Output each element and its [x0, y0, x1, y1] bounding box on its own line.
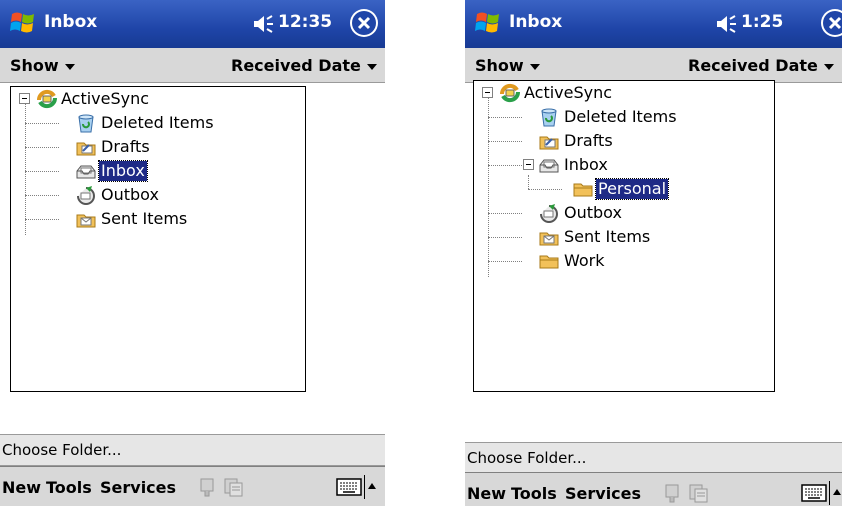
new-menu[interactable]: New	[2, 478, 41, 497]
tree-label: Inbox	[564, 155, 608, 174]
tree-label: Deleted Items	[564, 107, 677, 126]
choose-folder-bar: Choose Folder...	[465, 442, 842, 474]
status-text: Choose Folder...	[467, 449, 587, 467]
tools-menu[interactable]: Tools	[46, 478, 92, 497]
sort-label: Received Date	[688, 56, 818, 75]
tree-node-drafts[interactable]: Drafts	[11, 135, 301, 159]
collapse-icon[interactable]	[523, 159, 534, 170]
collapse-icon[interactable]	[19, 93, 30, 104]
tree-node-outbox[interactable]: Outbox	[11, 183, 301, 207]
status-text: Choose Folder...	[2, 441, 122, 459]
tree-label: Drafts	[101, 137, 150, 156]
app-title: Inbox	[44, 12, 98, 32]
speaker-icon[interactable]	[252, 14, 274, 34]
properties-icon[interactable]	[687, 482, 709, 504]
chevron-down-icon	[529, 63, 540, 70]
close-button[interactable]	[821, 9, 842, 37]
folder-tree[interactable]: ActiveSync Deleted Items Drafts	[10, 86, 306, 392]
inbox-icon	[539, 159, 559, 173]
folder-icon	[573, 183, 593, 197]
app-title: Inbox	[509, 12, 563, 32]
folder-tree[interactable]: ActiveSync Deleted Items Drafts	[473, 80, 775, 392]
reply-icon[interactable]	[196, 476, 218, 498]
chevron-down-icon	[823, 63, 834, 70]
sort-menu[interactable]: Received Date	[231, 56, 377, 75]
tree-node-deleted-items[interactable]: Deleted Items	[11, 111, 301, 135]
speaker-icon[interactable]	[715, 14, 737, 34]
tree-node-sent-items[interactable]: Sent Items	[11, 207, 301, 231]
view-menu-row: Show Received Date	[465, 48, 842, 83]
outbox-icon	[540, 204, 558, 223]
tools-menu[interactable]: Tools	[511, 484, 557, 503]
close-icon	[352, 11, 376, 35]
tree-node-drafts[interactable]: Drafts	[474, 129, 770, 153]
show-menu[interactable]: Show	[10, 56, 75, 75]
tree-label: ActiveSync	[61, 89, 150, 108]
windows-start-icon[interactable]	[8, 8, 38, 38]
clock[interactable]: 1:25	[741, 12, 783, 32]
command-bar: New Tools Services	[465, 472, 842, 506]
show-label: Show	[10, 56, 59, 75]
tree-node-personal[interactable]: Personal	[474, 177, 770, 201]
tree-label: Work	[564, 251, 605, 270]
windows-start-icon[interactable]	[473, 8, 503, 38]
sip-arrow-icon[interactable]	[364, 475, 377, 499]
close-icon	[823, 11, 842, 35]
tree-label-selected: Inbox	[98, 160, 148, 182]
title-bar: Inbox 12:35	[0, 0, 385, 48]
tree-node-activesync[interactable]: ActiveSync	[11, 87, 301, 111]
clock[interactable]: 12:35	[278, 12, 332, 32]
tree-label: Outbox	[101, 185, 159, 204]
folder-icon	[539, 255, 559, 269]
sent-items-icon	[539, 232, 559, 246]
tree-node-deleted-items[interactable]: Deleted Items	[474, 105, 770, 129]
command-bar: New Tools Services	[0, 466, 385, 506]
properties-icon[interactable]	[222, 476, 244, 498]
tree-node-outbox[interactable]: Outbox	[474, 201, 770, 225]
tree-node-inbox[interactable]: Inbox	[474, 153, 770, 177]
deleted-items-icon	[541, 108, 557, 127]
reply-icon[interactable]	[661, 482, 683, 504]
tree-label: Outbox	[564, 203, 622, 222]
choose-folder-bar: Choose Folder...	[0, 434, 385, 466]
drafts-icon	[76, 142, 96, 156]
inbox-icon	[76, 165, 96, 179]
activesync-icon	[499, 83, 521, 103]
sort-label: Received Date	[231, 56, 361, 75]
tree-label: ActiveSync	[524, 83, 613, 102]
outbox-icon	[77, 186, 95, 205]
close-button[interactable]	[350, 9, 378, 37]
view-menu-row: Show Received Date	[0, 48, 385, 83]
sip-arrow-icon[interactable]	[829, 481, 842, 505]
pocket-outlook-screen-left: Inbox 12:35 Show Received Date ActiveSyn…	[0, 0, 385, 506]
chevron-down-icon	[366, 63, 377, 70]
tree-label: Sent Items	[564, 227, 651, 246]
deleted-items-icon	[78, 114, 94, 133]
title-bar: Inbox 1:25	[465, 0, 842, 48]
activesync-icon	[36, 89, 58, 109]
services-menu[interactable]: Services	[100, 478, 176, 497]
tree-node-work[interactable]: Work	[474, 249, 770, 273]
tree-node-sent-items[interactable]: Sent Items	[474, 225, 770, 249]
keyboard-icon[interactable]	[801, 483, 827, 503]
tree-label: Drafts	[564, 131, 613, 150]
services-menu[interactable]: Services	[565, 484, 641, 503]
drafts-icon	[539, 136, 559, 150]
sort-menu[interactable]: Received Date	[688, 56, 834, 75]
chevron-down-icon	[64, 63, 75, 70]
show-menu[interactable]: Show	[475, 56, 540, 75]
tree-node-activesync[interactable]: ActiveSync	[474, 81, 770, 105]
new-menu[interactable]: New	[467, 484, 506, 503]
collapse-icon[interactable]	[482, 87, 493, 98]
show-label: Show	[475, 56, 524, 75]
tree-node-inbox[interactable]: Inbox	[11, 159, 301, 183]
keyboard-icon[interactable]	[336, 477, 362, 497]
tree-label: Deleted Items	[101, 113, 214, 132]
tree-label-selected: Personal	[594, 178, 670, 200]
sent-items-icon	[76, 214, 96, 228]
tree-label: Sent Items	[101, 209, 188, 228]
pocket-outlook-screen-right: Inbox 1:25 Show Received Date ActiveSync…	[465, 0, 842, 506]
